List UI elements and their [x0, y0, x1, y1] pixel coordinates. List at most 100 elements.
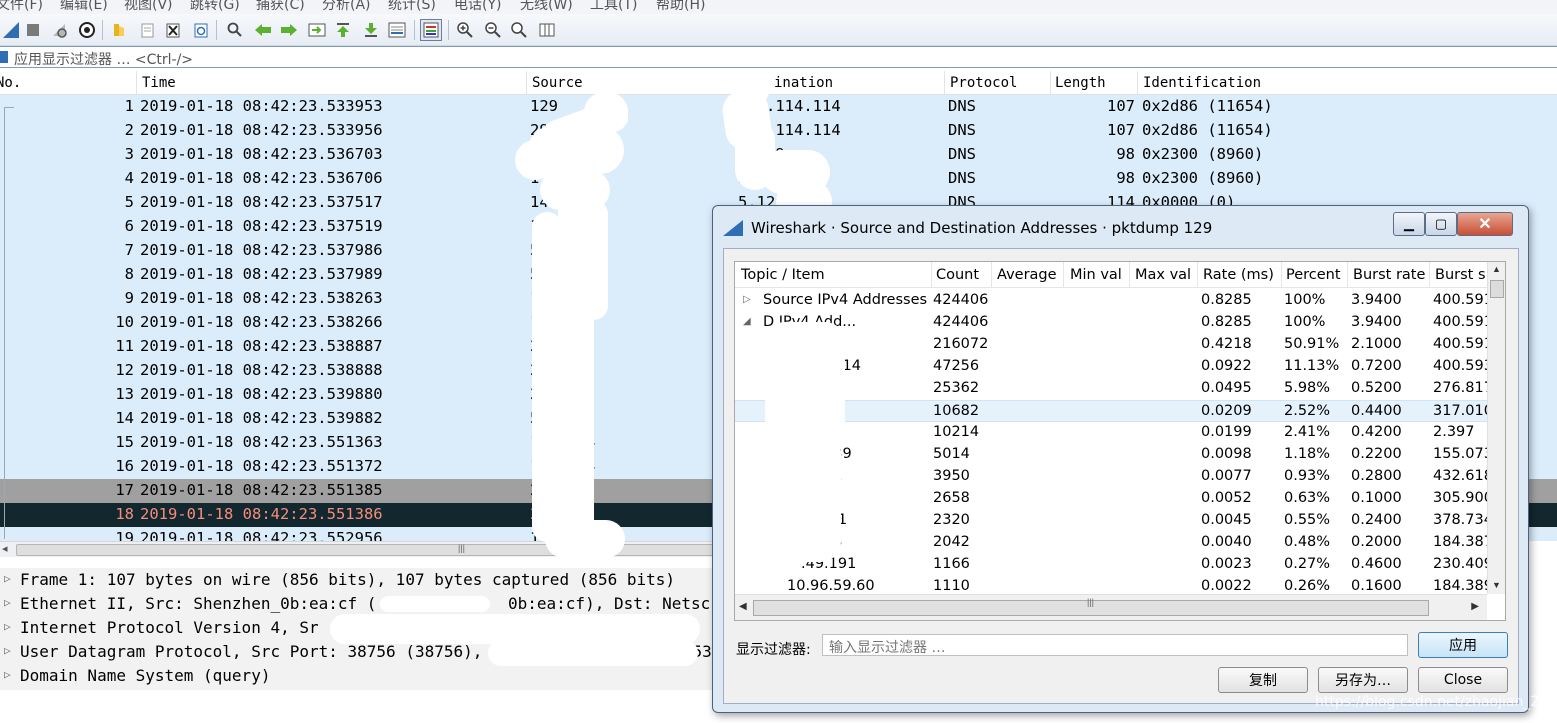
- detail-dns[interactable]: ▷ Domain Name System (query): [0, 664, 712, 688]
- find-packet-icon[interactable]: [224, 19, 246, 41]
- stats-tree-table[interactable]: Topic / Item Count Average Min val Max v…: [734, 261, 1506, 621]
- stats-row[interactable]: 10214 0.0199 2.41% 0.4200 2.397: [735, 422, 1487, 444]
- vscroll-thumb[interactable]: [1490, 280, 1504, 298]
- menu-item[interactable]: 文件(F): [0, 0, 43, 14]
- resize-columns-icon[interactable]: [536, 19, 558, 41]
- stats-row[interactable]: .49.4123200.00450.55%0.2400378.734: [735, 510, 1493, 532]
- menu-item[interactable]: 视图(V): [124, 0, 173, 14]
- menu-item[interactable]: 分析(A): [322, 0, 371, 14]
- stats-row[interactable]: .197106820.02092.52%0.4400317.010: [735, 400, 1493, 422]
- scroll-right-icon[interactable]: ▶: [1471, 601, 1479, 612]
- expand-icon[interactable]: ▷: [4, 572, 11, 585]
- col-percent[interactable]: Percent: [1286, 267, 1341, 283]
- menu-item[interactable]: 帮助(H): [656, 0, 705, 14]
- packet-cell-no: 6: [124, 217, 134, 235]
- detail-ethernet[interactable]: ▷ Ethernet II, Src: Shenzhen_0b:ea:cf (0b…: [0, 592, 712, 616]
- start-capture-icon[interactable]: [0, 19, 22, 41]
- stats-cell-burst-start: 155.073: [1433, 446, 1493, 462]
- menu-item[interactable]: 编辑(E): [60, 0, 108, 14]
- copy-button[interactable]: 复制: [1218, 667, 1308, 693]
- stats-row[interactable]: 114.114472560.092211.13%0.7200400.593: [735, 356, 1493, 378]
- menu-item[interactable]: 电话(Y): [454, 0, 501, 14]
- col-rate[interactable]: Rate (ms): [1203, 267, 1274, 283]
- minimize-button[interactable]: ▁: [1393, 212, 1425, 236]
- go-last-icon[interactable]: [360, 19, 382, 41]
- expand-icon[interactable]: ▷: [4, 596, 11, 609]
- col-burst-start[interactable]: Burst s: [1435, 267, 1486, 283]
- save-as-button[interactable]: 另存为…: [1318, 667, 1408, 693]
- stats-vscrollbar[interactable]: ▲ ▼: [1487, 262, 1505, 594]
- stats-cell-count: 47256: [933, 358, 980, 374]
- save-file-icon[interactable]: [136, 19, 158, 41]
- column-source[interactable]: Source: [532, 75, 583, 91]
- stats-cell-burst-rate: 0.4600: [1351, 556, 1402, 572]
- column-no[interactable]: No.: [0, 75, 21, 91]
- maximize-button[interactable]: ▢: [1425, 212, 1457, 236]
- expand-icon[interactable]: ▷: [4, 644, 11, 657]
- go-to-packet-icon[interactable]: [306, 19, 328, 41]
- stats-row[interactable]: ◢D IPv4 Add...4244060.8285100%3.9400400.…: [735, 312, 1493, 334]
- window-close-button[interactable]: ✕: [1457, 212, 1513, 236]
- col-count[interactable]: Count: [936, 267, 979, 283]
- stats-row[interactable]: .120253620.04955.98%0.5200276.817: [735, 378, 1493, 400]
- column-destination[interactable]: ination: [774, 75, 833, 91]
- scroll-left-icon[interactable]: ◀: [739, 601, 747, 612]
- column-length[interactable]: Length: [1055, 75, 1106, 91]
- stats-row[interactable]: .49.191 1166 0.0023 0.27% 0.4600 230.409: [735, 554, 1493, 576]
- menu-item[interactable]: 捕获(C): [256, 0, 305, 14]
- menu-item[interactable]: 无线(W): [520, 0, 573, 14]
- colorize-icon[interactable]: [420, 19, 442, 41]
- column-time[interactable]: Time: [142, 75, 176, 91]
- col-min-val[interactable]: Min val: [1070, 267, 1122, 283]
- bookmark-icon[interactable]: [0, 51, 8, 63]
- packet-row[interactable]: 1 2019-01-18 08:42:23.533953 129 114.114.11…: [0, 95, 1557, 119]
- tree-expander-icon[interactable]: ▷: [743, 294, 751, 305]
- scroll-down-icon[interactable]: ▼: [1492, 580, 1501, 590]
- scroll-left-icon[interactable]: ◂: [2, 542, 8, 555]
- zoom-in-icon[interactable]: [454, 19, 476, 41]
- menu-item[interactable]: 统计(S): [388, 0, 436, 14]
- restart-capture-icon[interactable]: [48, 19, 70, 41]
- packet-cell-no: 8: [124, 265, 134, 283]
- col-topic[interactable]: Topic / Item: [741, 267, 825, 283]
- open-file-icon[interactable]: [108, 19, 130, 41]
- reload-file-icon[interactable]: [190, 19, 212, 41]
- stats-cell-burst-rate: 0.4200: [1351, 424, 1402, 440]
- menu-item[interactable]: 跳转(G): [190, 0, 240, 14]
- stats-row[interactable]: 5.1292160720.421850.91%2.1000400.591: [735, 334, 1493, 356]
- tree-expander-icon[interactable]: ◢: [743, 316, 751, 327]
- stats-row[interactable]: 59.7320420.00400.48%0.2000184.387: [735, 532, 1493, 554]
- packet-row[interactable]: 22019-01-18 08:42:23.53395629114.114.114…: [0, 119, 1557, 143]
- go-first-icon[interactable]: [332, 19, 354, 41]
- zoom-normal-icon[interactable]: [508, 19, 530, 41]
- stats-row[interactable]: 125.3950140.00981.18%0.2200155.073: [735, 444, 1493, 466]
- stats-cell-burst-start: 378.734: [1433, 512, 1493, 528]
- stop-capture-icon[interactable]: [22, 19, 44, 41]
- stats-row[interactable]: 0.8226580.00520.63%0.1000305.900: [735, 488, 1493, 510]
- stats-row[interactable]: 6.12139500.00770.93%0.2800432.618: [735, 466, 1493, 488]
- column-identification[interactable]: Identification: [1143, 75, 1261, 91]
- go-forward-icon[interactable]: [278, 19, 300, 41]
- col-max-val[interactable]: Max val: [1135, 267, 1191, 283]
- dialog-title-bar[interactable]: Wireshark · Source and Destination Addre…: [719, 211, 1521, 243]
- expand-icon[interactable]: ▷: [4, 620, 11, 633]
- go-back-icon[interactable]: [252, 19, 274, 41]
- capture-options-icon[interactable]: [76, 19, 98, 41]
- apply-button[interactable]: 应用: [1418, 632, 1508, 658]
- zoom-out-icon[interactable]: [482, 19, 504, 41]
- stats-cell-percent: 0.48%: [1284, 534, 1331, 550]
- stats-row[interactable]: ▷ Source IPv4 Addresses 424406 0.8285 100% 3.…: [735, 290, 1493, 312]
- scroll-up-icon[interactable]: ▲: [1492, 264, 1501, 274]
- autoscroll-icon[interactable]: [386, 19, 408, 41]
- close-button[interactable]: Close: [1418, 667, 1508, 693]
- stats-hscrollbar[interactable]: ◀ ||| ▶: [735, 594, 1487, 620]
- col-average[interactable]: Average: [997, 267, 1057, 283]
- detail-frame[interactable]: ▷ Frame 1: 107 bytes on wire (856 bits), …: [0, 568, 712, 592]
- expand-icon[interactable]: ▷: [4, 668, 11, 681]
- col-burst-rate[interactable]: Burst rate: [1353, 267, 1425, 283]
- column-protocol[interactable]: Protocol: [950, 75, 1017, 91]
- display-filter-input[interactable]: 输入显示过滤器 …: [822, 634, 1408, 656]
- close-file-icon[interactable]: [162, 19, 184, 41]
- display-filter-bar[interactable]: 应用显示过滤器 … <Ctrl-/>: [0, 46, 1557, 68]
- menu-item[interactable]: 工具(T): [590, 0, 637, 14]
